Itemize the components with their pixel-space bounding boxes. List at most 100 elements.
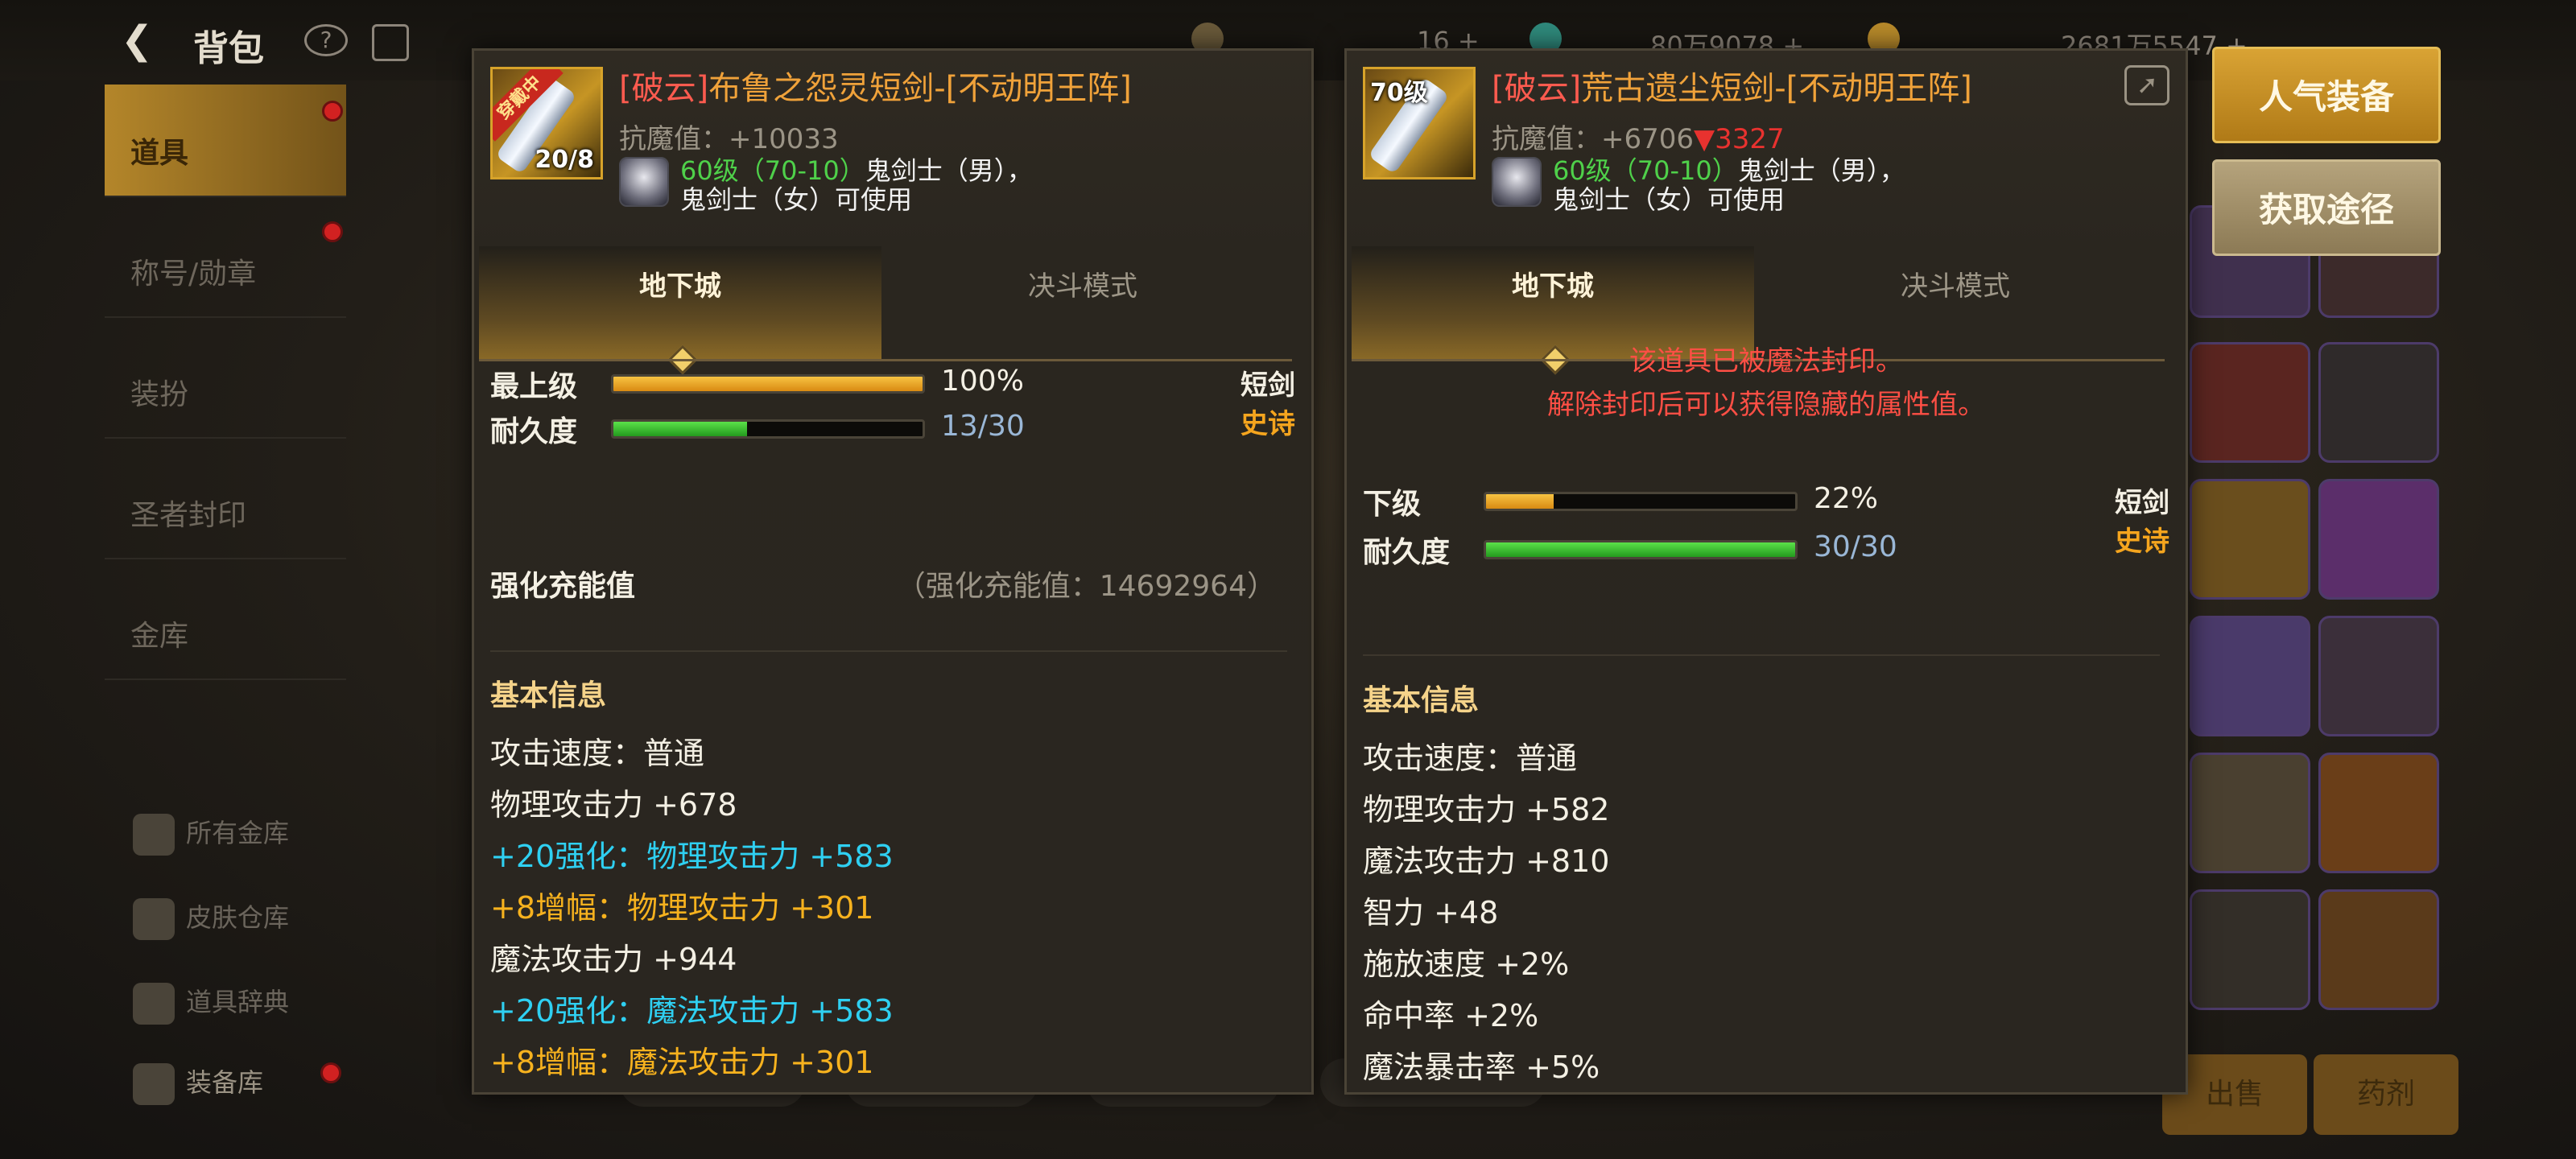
grade-bar bbox=[1484, 492, 1798, 511]
attr-line: +8增幅：物理攻击力 +301 bbox=[490, 890, 874, 926]
inventory-slot[interactable] bbox=[2318, 753, 2439, 873]
durability-bar-fill bbox=[1486, 542, 1795, 557]
inventory-slot[interactable] bbox=[2318, 616, 2439, 736]
notification-dot bbox=[322, 101, 343, 122]
sidebar-item-items[interactable]: 道具 bbox=[105, 85, 346, 197]
item-name-text: 荒古遗尘短剑-[不动明王阵] bbox=[1581, 70, 1972, 107]
item-level-badge: 70级 bbox=[1370, 79, 1428, 107]
durability-row: 耐久度 13/30 bbox=[490, 408, 1287, 456]
class-gem-icon bbox=[619, 157, 669, 207]
equipped-item-panel: 穿戴中 20/8 [破云]布鲁之怨灵短剑-[不动明王阵] 抗魔值：+10033 … bbox=[472, 48, 1314, 1095]
durability-bar-fill bbox=[613, 422, 748, 436]
durability-value: 13/30 bbox=[941, 410, 1025, 443]
back-arrow-icon[interactable]: ❮ bbox=[121, 18, 153, 63]
weapon-type: 短剑 bbox=[2115, 487, 2169, 519]
grade-value: 100% bbox=[941, 365, 1024, 398]
divider bbox=[490, 650, 1287, 652]
durability-label: 耐久度 bbox=[1363, 536, 1451, 569]
durability-bar bbox=[1484, 540, 1798, 559]
rarity: 史诗 bbox=[1241, 408, 1295, 440]
sidebar-item-avatar[interactable]: 装扮 bbox=[105, 326, 346, 439]
weapon-type: 短剑 bbox=[1241, 369, 1295, 402]
attr-line: 攻击速度：普通 bbox=[1363, 740, 1578, 776]
attr-line: 命中率 +2% bbox=[1363, 998, 1539, 1033]
all-vault-item[interactable]: 所有金库 bbox=[133, 813, 374, 877]
skin-storage-item[interactable]: 皮肤仓库 bbox=[133, 897, 374, 962]
grade-bar-fill bbox=[1486, 494, 1554, 509]
attr-line: 物理攻击力 +678 bbox=[490, 787, 737, 823]
attr-line: +8增幅：魔法攻击力 +301 bbox=[490, 1045, 874, 1080]
item-name: [破云]布鲁之怨灵短剑-[不动明王阵] bbox=[619, 62, 1132, 109]
divider bbox=[1363, 654, 2160, 656]
rarity: 史诗 bbox=[2115, 526, 2169, 558]
sealed-notice-line-1: 该道具已被魔法封印。 bbox=[1629, 345, 1903, 377]
charge-value: （强化充能值：14692964） bbox=[896, 570, 1276, 603]
item-name-prefix: [破云] bbox=[1492, 70, 1582, 107]
sidebar-item-vault[interactable]: 金库 bbox=[105, 567, 346, 680]
item-dictionary-label: 道具辞典 bbox=[186, 987, 290, 1017]
notification-dot bbox=[320, 1062, 341, 1083]
inventory-slot[interactable] bbox=[2318, 342, 2439, 463]
help-icon[interactable]: ? bbox=[304, 24, 348, 56]
attr-line: 物理攻击力 +582 bbox=[1363, 792, 1610, 827]
inventory-slot[interactable] bbox=[2190, 479, 2310, 600]
inventory-slot[interactable] bbox=[2318, 889, 2439, 1010]
required-class-2: 鬼剑士（女）可使用 bbox=[680, 184, 913, 215]
attr-line: +20强化：魔法攻击力 +583 bbox=[490, 993, 894, 1029]
skin-icon bbox=[133, 898, 175, 940]
item-count: 20/8 bbox=[535, 146, 594, 174]
required-class-2: 鬼剑士（女）可使用 bbox=[1553, 184, 1785, 215]
durability-row: 耐久度 30/30 bbox=[1363, 529, 2160, 577]
potion-button[interactable]: 药剂 bbox=[2314, 1054, 2458, 1135]
vault-icon bbox=[133, 814, 175, 856]
sealed-notice-line-2: 解除封印后可以获得隐藏的属性值。 bbox=[1547, 389, 1985, 421]
tab-dungeon[interactable]: 地下城 bbox=[479, 246, 881, 361]
item-name-text: 布鲁之怨灵短剑-[不动明王阵] bbox=[708, 70, 1132, 107]
grade-row: 下级 22% bbox=[1363, 481, 2160, 529]
equipment-library-label: 装备库 bbox=[186, 1067, 264, 1098]
tab-divider bbox=[479, 359, 1292, 361]
charge-label: 强化充能值 bbox=[490, 570, 636, 603]
attr-line: 魔法攻击力 +810 bbox=[1363, 843, 1610, 879]
mode-tabs: 地下城 决斗模式 bbox=[479, 246, 1292, 361]
item-icon: 穿戴中 20/8 bbox=[490, 67, 603, 179]
basic-info-title: 基本信息 bbox=[1363, 684, 1480, 717]
item-name: [破云]荒古遗尘短剑-[不动明王阵] bbox=[1492, 62, 1972, 109]
durability-label: 耐久度 bbox=[490, 415, 578, 448]
inventory-title: 背包 bbox=[193, 28, 264, 69]
charge-row: 强化充能值 （强化充能值：14692964） bbox=[490, 563, 1287, 611]
item-name-prefix: [破云] bbox=[619, 70, 709, 107]
compared-item-panel: 70级 [破云]荒古遗尘短剑-[不动明王阵] 抗魔值：+6706▼3327 60… bbox=[1344, 48, 2188, 1095]
grade-value: 22% bbox=[1814, 482, 1879, 515]
inventory-slot[interactable] bbox=[2318, 479, 2439, 600]
inventory-slot[interactable] bbox=[2190, 616, 2310, 736]
grade-row: 最上级 100% bbox=[490, 363, 1287, 411]
inventory-slot[interactable] bbox=[2190, 889, 2310, 1010]
attr-line: +20强化：物理攻击力 +583 bbox=[490, 839, 894, 874]
armor-icon bbox=[133, 1063, 175, 1105]
grade-label: 下级 bbox=[1363, 488, 1422, 521]
popular-equipment-button[interactable]: 人气装备 bbox=[2212, 47, 2441, 143]
attr-line: 魔法攻击力 +944 bbox=[490, 942, 737, 977]
durability-value: 30/30 bbox=[1814, 530, 1897, 563]
menu-square-icon[interactable] bbox=[372, 24, 409, 61]
skin-storage-label: 皮肤仓库 bbox=[186, 902, 290, 933]
item-dictionary-item[interactable]: 道具辞典 bbox=[133, 982, 374, 1046]
item-icon: 70级 bbox=[1363, 67, 1476, 179]
acquisition-source-button[interactable]: 获取途径 bbox=[2212, 159, 2441, 256]
all-vault-label: 所有金库 bbox=[186, 818, 290, 848]
inventory-slot[interactable] bbox=[2190, 342, 2310, 463]
inventory-slot[interactable] bbox=[2190, 753, 2310, 873]
attr-line: 攻击速度：普通 bbox=[490, 736, 705, 771]
book-icon bbox=[133, 983, 175, 1025]
share-icon[interactable] bbox=[2124, 65, 2169, 105]
attr-line: 施放速度 +2% bbox=[1363, 947, 1570, 982]
grade-label: 最上级 bbox=[490, 370, 578, 403]
tab-pvp[interactable]: 决斗模式 bbox=[881, 246, 1284, 361]
basic-info-title: 基本信息 bbox=[490, 679, 607, 712]
attr-line: 魔法暴击率 +5% bbox=[1363, 1050, 1600, 1085]
sidebar-item-titles[interactable]: 称号/勋章 bbox=[105, 205, 346, 318]
grade-bar bbox=[611, 374, 925, 394]
sidebar-item-seal[interactable]: 圣者封印 bbox=[105, 447, 346, 559]
grade-bar-fill bbox=[613, 377, 923, 391]
